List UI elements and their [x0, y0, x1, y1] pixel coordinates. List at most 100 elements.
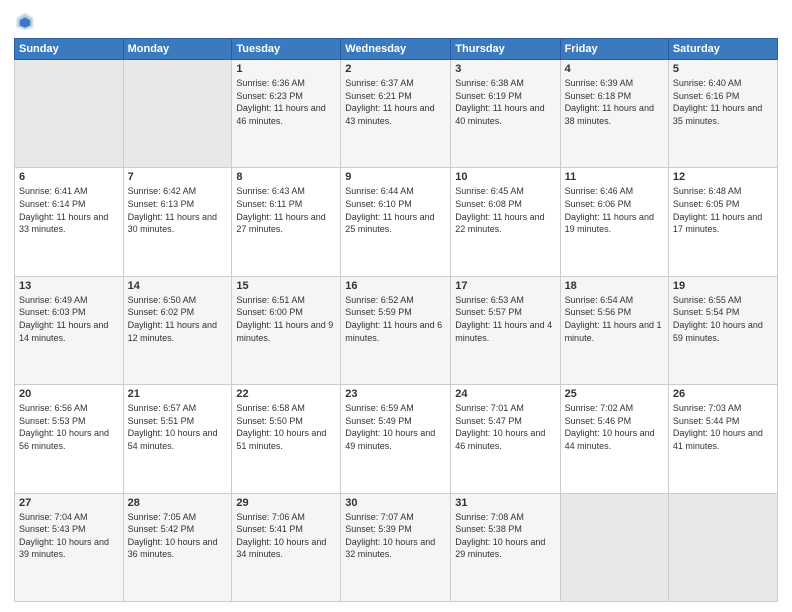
week-row-3: 20 Sunrise: 6:56 AM Sunset: 5:53 PM Dayl…	[15, 385, 778, 493]
day-info: Sunrise: 7:07 AM Sunset: 5:39 PM Dayligh…	[345, 511, 446, 561]
sunset-text: Sunset: 5:41 PM	[236, 524, 303, 534]
cell-3-6: 26 Sunrise: 7:03 AM Sunset: 5:44 PM Dayl…	[668, 385, 777, 493]
daylight-text: Daylight: 11 hours and 33 minutes.	[19, 212, 108, 235]
daylight-text: Daylight: 11 hours and 35 minutes.	[673, 103, 762, 126]
sunset-text: Sunset: 5:39 PM	[345, 524, 412, 534]
sunset-text: Sunset: 5:43 PM	[19, 524, 86, 534]
daylight-text: Daylight: 11 hours and 27 minutes.	[236, 212, 325, 235]
header	[14, 10, 778, 32]
sunset-text: Sunset: 6:10 PM	[345, 199, 412, 209]
sunset-text: Sunset: 6:06 PM	[565, 199, 632, 209]
day-info: Sunrise: 7:08 AM Sunset: 5:38 PM Dayligh…	[455, 511, 555, 561]
col-wednesday: Wednesday	[341, 39, 451, 60]
cell-0-1	[123, 60, 232, 168]
day-number: 26	[673, 388, 773, 400]
cell-1-1: 7 Sunrise: 6:42 AM Sunset: 6:13 PM Dayli…	[123, 168, 232, 276]
sunset-text: Sunset: 6:08 PM	[455, 199, 522, 209]
sunset-text: Sunset: 6:21 PM	[345, 91, 412, 101]
day-info: Sunrise: 6:44 AM Sunset: 6:10 PM Dayligh…	[345, 185, 446, 235]
cell-4-0: 27 Sunrise: 7:04 AM Sunset: 5:43 PM Dayl…	[15, 493, 124, 601]
sunset-text: Sunset: 6:18 PM	[565, 91, 632, 101]
cell-2-6: 19 Sunrise: 6:55 AM Sunset: 5:54 PM Dayl…	[668, 276, 777, 384]
daylight-text: Daylight: 11 hours and 38 minutes.	[565, 103, 654, 126]
day-info: Sunrise: 6:37 AM Sunset: 6:21 PM Dayligh…	[345, 77, 446, 127]
cell-4-6	[668, 493, 777, 601]
sunrise-text: Sunrise: 6:56 AM	[19, 403, 88, 413]
day-number: 3	[455, 63, 555, 75]
sunrise-text: Sunrise: 7:02 AM	[565, 403, 634, 413]
day-number: 16	[345, 280, 446, 292]
daylight-text: Daylight: 11 hours and 25 minutes.	[345, 212, 434, 235]
day-info: Sunrise: 6:45 AM Sunset: 6:08 PM Dayligh…	[455, 185, 555, 235]
cell-2-0: 13 Sunrise: 6:49 AM Sunset: 6:03 PM Dayl…	[15, 276, 124, 384]
sunset-text: Sunset: 6:13 PM	[128, 199, 195, 209]
daylight-text: Daylight: 11 hours and 12 minutes.	[128, 320, 217, 343]
day-info: Sunrise: 6:41 AM Sunset: 6:14 PM Dayligh…	[19, 185, 119, 235]
daylight-text: Daylight: 10 hours and 34 minutes.	[236, 537, 326, 560]
day-number: 8	[236, 171, 336, 183]
daylight-text: Daylight: 10 hours and 36 minutes.	[128, 537, 218, 560]
day-info: Sunrise: 6:43 AM Sunset: 6:11 PM Dayligh…	[236, 185, 336, 235]
col-thursday: Thursday	[451, 39, 560, 60]
sunset-text: Sunset: 6:23 PM	[236, 91, 303, 101]
day-info: Sunrise: 6:39 AM Sunset: 6:18 PM Dayligh…	[565, 77, 664, 127]
daylight-text: Daylight: 11 hours and 43 minutes.	[345, 103, 434, 126]
week-row-4: 27 Sunrise: 7:04 AM Sunset: 5:43 PM Dayl…	[15, 493, 778, 601]
sunrise-text: Sunrise: 6:53 AM	[455, 295, 524, 305]
sunrise-text: Sunrise: 6:44 AM	[345, 186, 414, 196]
daylight-text: Daylight: 10 hours and 56 minutes.	[19, 428, 109, 451]
daylight-text: Daylight: 10 hours and 54 minutes.	[128, 428, 218, 451]
sunset-text: Sunset: 5:47 PM	[455, 416, 522, 426]
day-number: 30	[345, 497, 446, 509]
cell-3-1: 21 Sunrise: 6:57 AM Sunset: 5:51 PM Dayl…	[123, 385, 232, 493]
cell-1-3: 9 Sunrise: 6:44 AM Sunset: 6:10 PM Dayli…	[341, 168, 451, 276]
sunrise-text: Sunrise: 6:48 AM	[673, 186, 742, 196]
day-info: Sunrise: 6:52 AM Sunset: 5:59 PM Dayligh…	[345, 294, 446, 344]
day-info: Sunrise: 6:50 AM Sunset: 6:02 PM Dayligh…	[128, 294, 228, 344]
cell-4-5	[560, 493, 668, 601]
logo	[14, 10, 40, 32]
day-info: Sunrise: 6:58 AM Sunset: 5:50 PM Dayligh…	[236, 402, 336, 452]
daylight-text: Daylight: 10 hours and 41 minutes.	[673, 428, 763, 451]
sunrise-text: Sunrise: 6:36 AM	[236, 78, 305, 88]
day-info: Sunrise: 6:53 AM Sunset: 5:57 PM Dayligh…	[455, 294, 555, 344]
sunset-text: Sunset: 5:50 PM	[236, 416, 303, 426]
header-row: Sunday Monday Tuesday Wednesday Thursday…	[15, 39, 778, 60]
day-info: Sunrise: 6:49 AM Sunset: 6:03 PM Dayligh…	[19, 294, 119, 344]
day-info: Sunrise: 7:01 AM Sunset: 5:47 PM Dayligh…	[455, 402, 555, 452]
day-info: Sunrise: 6:42 AM Sunset: 6:13 PM Dayligh…	[128, 185, 228, 235]
daylight-text: Daylight: 11 hours and 40 minutes.	[455, 103, 544, 126]
cell-2-3: 16 Sunrise: 6:52 AM Sunset: 5:59 PM Dayl…	[341, 276, 451, 384]
sunset-text: Sunset: 6:02 PM	[128, 307, 195, 317]
day-info: Sunrise: 6:57 AM Sunset: 5:51 PM Dayligh…	[128, 402, 228, 452]
day-number: 15	[236, 280, 336, 292]
sunrise-text: Sunrise: 6:43 AM	[236, 186, 305, 196]
day-number: 29	[236, 497, 336, 509]
sunrise-text: Sunrise: 6:42 AM	[128, 186, 197, 196]
day-number: 21	[128, 388, 228, 400]
sunset-text: Sunset: 5:51 PM	[128, 416, 195, 426]
day-number: 14	[128, 280, 228, 292]
day-info: Sunrise: 6:48 AM Sunset: 6:05 PM Dayligh…	[673, 185, 773, 235]
daylight-text: Daylight: 10 hours and 49 minutes.	[345, 428, 435, 451]
cell-3-5: 25 Sunrise: 7:02 AM Sunset: 5:46 PM Dayl…	[560, 385, 668, 493]
col-monday: Monday	[123, 39, 232, 60]
sunrise-text: Sunrise: 6:57 AM	[128, 403, 197, 413]
sunrise-text: Sunrise: 6:41 AM	[19, 186, 88, 196]
sunrise-text: Sunrise: 6:55 AM	[673, 295, 742, 305]
cell-0-0	[15, 60, 124, 168]
cell-2-1: 14 Sunrise: 6:50 AM Sunset: 6:02 PM Dayl…	[123, 276, 232, 384]
col-friday: Friday	[560, 39, 668, 60]
day-number: 24	[455, 388, 555, 400]
sunrise-text: Sunrise: 7:07 AM	[345, 512, 414, 522]
day-number: 10	[455, 171, 555, 183]
cell-0-5: 4 Sunrise: 6:39 AM Sunset: 6:18 PM Dayli…	[560, 60, 668, 168]
daylight-text: Daylight: 10 hours and 29 minutes.	[455, 537, 545, 560]
sunset-text: Sunset: 5:54 PM	[673, 307, 740, 317]
daylight-text: Daylight: 10 hours and 59 minutes.	[673, 320, 763, 343]
sunset-text: Sunset: 5:57 PM	[455, 307, 522, 317]
sunrise-text: Sunrise: 6:49 AM	[19, 295, 88, 305]
day-number: 5	[673, 63, 773, 75]
sunset-text: Sunset: 6:11 PM	[236, 199, 302, 209]
cell-0-2: 1 Sunrise: 6:36 AM Sunset: 6:23 PM Dayli…	[232, 60, 341, 168]
